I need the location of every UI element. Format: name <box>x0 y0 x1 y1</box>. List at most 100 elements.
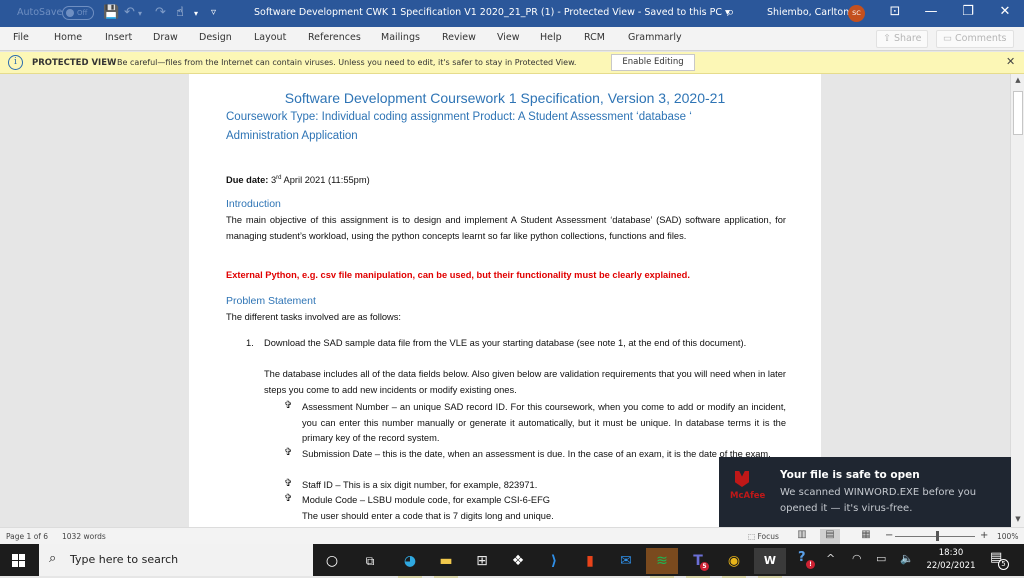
read-mode-icon[interactable]: ▥ <box>792 529 812 544</box>
word-icon[interactable]: W <box>754 548 786 578</box>
undo-icon[interactable]: ↶ <box>124 5 135 20</box>
battery-icon[interactable]: ▭ <box>876 552 886 565</box>
close-bar-icon[interactable]: ✕ <box>1006 55 1015 68</box>
taskbar-search-box[interactable]: ⌕ Type here to search <box>39 544 313 576</box>
enable-editing-button[interactable]: Enable Editing <box>611 54 695 71</box>
autosave-toggle[interactable]: Off <box>62 6 94 20</box>
document-subtitle-line-1: Coursework Type: Individual coding assig… <box>226 111 692 123</box>
due-date: Due date: 3rd April 2021 (11:55pm) <box>226 175 370 186</box>
tab-help[interactable]: Help <box>540 32 562 43</box>
word-count[interactable]: 1032 words <box>62 532 106 541</box>
spotify-icon[interactable]: ≋ <box>646 548 678 578</box>
store-icon[interactable]: ⊞ <box>466 548 498 574</box>
touch-dropdown-icon[interactable]: ▾ <box>194 9 198 18</box>
scroll-thumb[interactable] <box>1013 91 1023 135</box>
tab-rcm[interactable]: RCM <box>584 32 605 43</box>
zoom-in-button[interactable]: + <box>980 530 988 541</box>
tab-review[interactable]: Review <box>442 32 476 43</box>
clock-date: 22/02/2021 <box>926 561 976 571</box>
file-explorer-icon[interactable]: ▬ <box>430 548 462 578</box>
comments-button[interactable]: ▭ Comments <box>936 30 1014 48</box>
ribbon-tabs: File Home Insert Draw Design Layout Refe… <box>0 27 1024 51</box>
cortana-icon[interactable]: ○ <box>316 548 348 574</box>
status-bar: Page 1 of 6 1032 words ⬚ Focus ▥ ▤ ▦ − +… <box>0 527 1024 544</box>
zoom-slider-thumb[interactable] <box>936 531 939 541</box>
share-button[interactable]: ⇪ Share <box>876 30 929 48</box>
bullet-icon: ✞ <box>284 478 293 489</box>
web-layout-icon[interactable]: ▦ <box>856 529 876 544</box>
power-automate-icon[interactable]: ⟩ <box>538 548 570 574</box>
tab-view[interactable]: View <box>497 32 520 43</box>
page-count[interactable]: Page 1 of 6 <box>6 532 48 541</box>
search-icon: ⌕ <box>49 551 57 566</box>
list-item-1-paragraph: The database includes all of the data fi… <box>264 369 786 395</box>
bullet-icon: ✞ <box>284 400 293 411</box>
close-icon[interactable]: ✕ <box>990 4 1020 19</box>
mcafee-notification[interactable]: McAfee Your file is safe to open We scan… <box>719 457 1011 530</box>
office-icon[interactable]: ▮ <box>574 548 606 574</box>
teams-badge: 5 <box>700 562 709 571</box>
toast-title: Your file is safe to open <box>780 469 920 481</box>
notifications-icon[interactable]: ▤ 5 <box>990 550 1009 570</box>
show-hidden-icons-icon[interactable]: ^ <box>826 552 835 565</box>
dropbox-icon[interactable]: ❖ <box>502 548 534 574</box>
chrome-icon[interactable]: ◉ <box>718 548 750 578</box>
windows-start-icon[interactable] <box>12 554 25 567</box>
restore-icon[interactable]: ❐ <box>953 4 983 19</box>
mcafee-brand: McAfee <box>730 491 766 501</box>
toast-body: We scanned WINWORD.EXE before you opened… <box>780 487 977 514</box>
problem-heading: Problem Statement <box>226 295 316 307</box>
scroll-up-icon[interactable]: ▲ <box>1013 76 1023 86</box>
minimize-icon[interactable]: — <box>916 4 946 19</box>
tab-draw[interactable]: Draw <box>153 32 178 43</box>
teams-icon[interactable]: T5 <box>682 548 714 578</box>
red-note: External Python, e.g. csv file manipulat… <box>226 270 690 280</box>
tab-references[interactable]: References <box>308 32 361 43</box>
tab-mailings[interactable]: Mailings <box>381 32 420 43</box>
search-icon[interactable]: ⌕ <box>727 5 734 20</box>
customize-toolbar-icon[interactable]: ▿ <box>211 7 216 18</box>
zoom-out-button[interactable]: − <box>885 530 893 541</box>
ribbon-display-options-icon[interactable]: ⊡ <box>880 4 910 19</box>
tab-insert[interactable]: Insert <box>105 32 132 43</box>
task-view-icon[interactable]: ⧉ <box>354 548 386 574</box>
zoom-slider[interactable] <box>895 536 975 537</box>
taskbar: ⌕ Type here to search ○ ⧉ ◕ ▬ ⊞ ❖ ⟩ ▮ ✉ … <box>0 544 1024 578</box>
zoom-level[interactable]: 100% <box>997 532 1018 541</box>
bullet-item: Assessment Number – an unique SAD record… <box>302 402 786 443</box>
focus-button[interactable]: ⬚ Focus <box>748 532 779 541</box>
user-name[interactable]: Shiembo, Carlton <box>767 7 849 18</box>
tab-layout[interactable]: Layout <box>254 32 286 43</box>
help-icon[interactable]: ?! <box>798 550 815 569</box>
document-subtitle-line-2: Administration Application <box>226 130 358 142</box>
tab-grammarly[interactable]: Grammarly <box>628 32 682 43</box>
search-placeholder: Type here to search <box>70 553 179 566</box>
redo-icon[interactable]: ↷ <box>155 5 166 20</box>
undo-dropdown-icon[interactable]: ▾ <box>138 9 142 18</box>
intro-paragraph: The main objective of this assignment is… <box>226 215 786 241</box>
bullet-item: Module Code – LSBU module code, for exam… <box>302 495 551 505</box>
comment-icon: ▭ <box>943 33 952 44</box>
clock-time: 18:30 <box>938 548 964 558</box>
save-icon[interactable]: 💾 <box>103 5 119 20</box>
touch-mode-icon[interactable]: ☝ <box>176 5 184 20</box>
protected-view-bar: i PROTECTED VIEW Be careful—files from t… <box>0 52 1024 74</box>
print-layout-icon[interactable]: ▤ <box>820 529 840 544</box>
protected-view-message: Be careful—files from the Internet can c… <box>117 58 577 67</box>
volume-icon[interactable]: 🔈 <box>900 552 914 565</box>
tab-home[interactable]: Home <box>54 32 82 43</box>
scroll-down-icon[interactable]: ▼ <box>1013 515 1023 525</box>
tab-design[interactable]: Design <box>199 32 232 43</box>
tab-file[interactable]: File <box>13 32 29 43</box>
bullet-icon: ✞ <box>284 447 293 458</box>
bullet-icon: ✞ <box>284 493 293 504</box>
wifi-icon[interactable]: ◠ <box>852 552 862 565</box>
notification-count: 5 <box>998 559 1009 570</box>
trailing-text: The user should enter a code that is 7 d… <box>302 511 554 521</box>
edge-icon[interactable]: ◕ <box>394 548 426 578</box>
mail-icon[interactable]: ✉ <box>610 548 642 574</box>
share-icon: ⇪ <box>883 33 891 44</box>
vertical-scrollbar[interactable]: ▲ ▼ <box>1010 74 1024 527</box>
clock[interactable]: 18:30 22/02/2021 <box>918 547 984 573</box>
avatar[interactable]: SC <box>848 5 865 22</box>
